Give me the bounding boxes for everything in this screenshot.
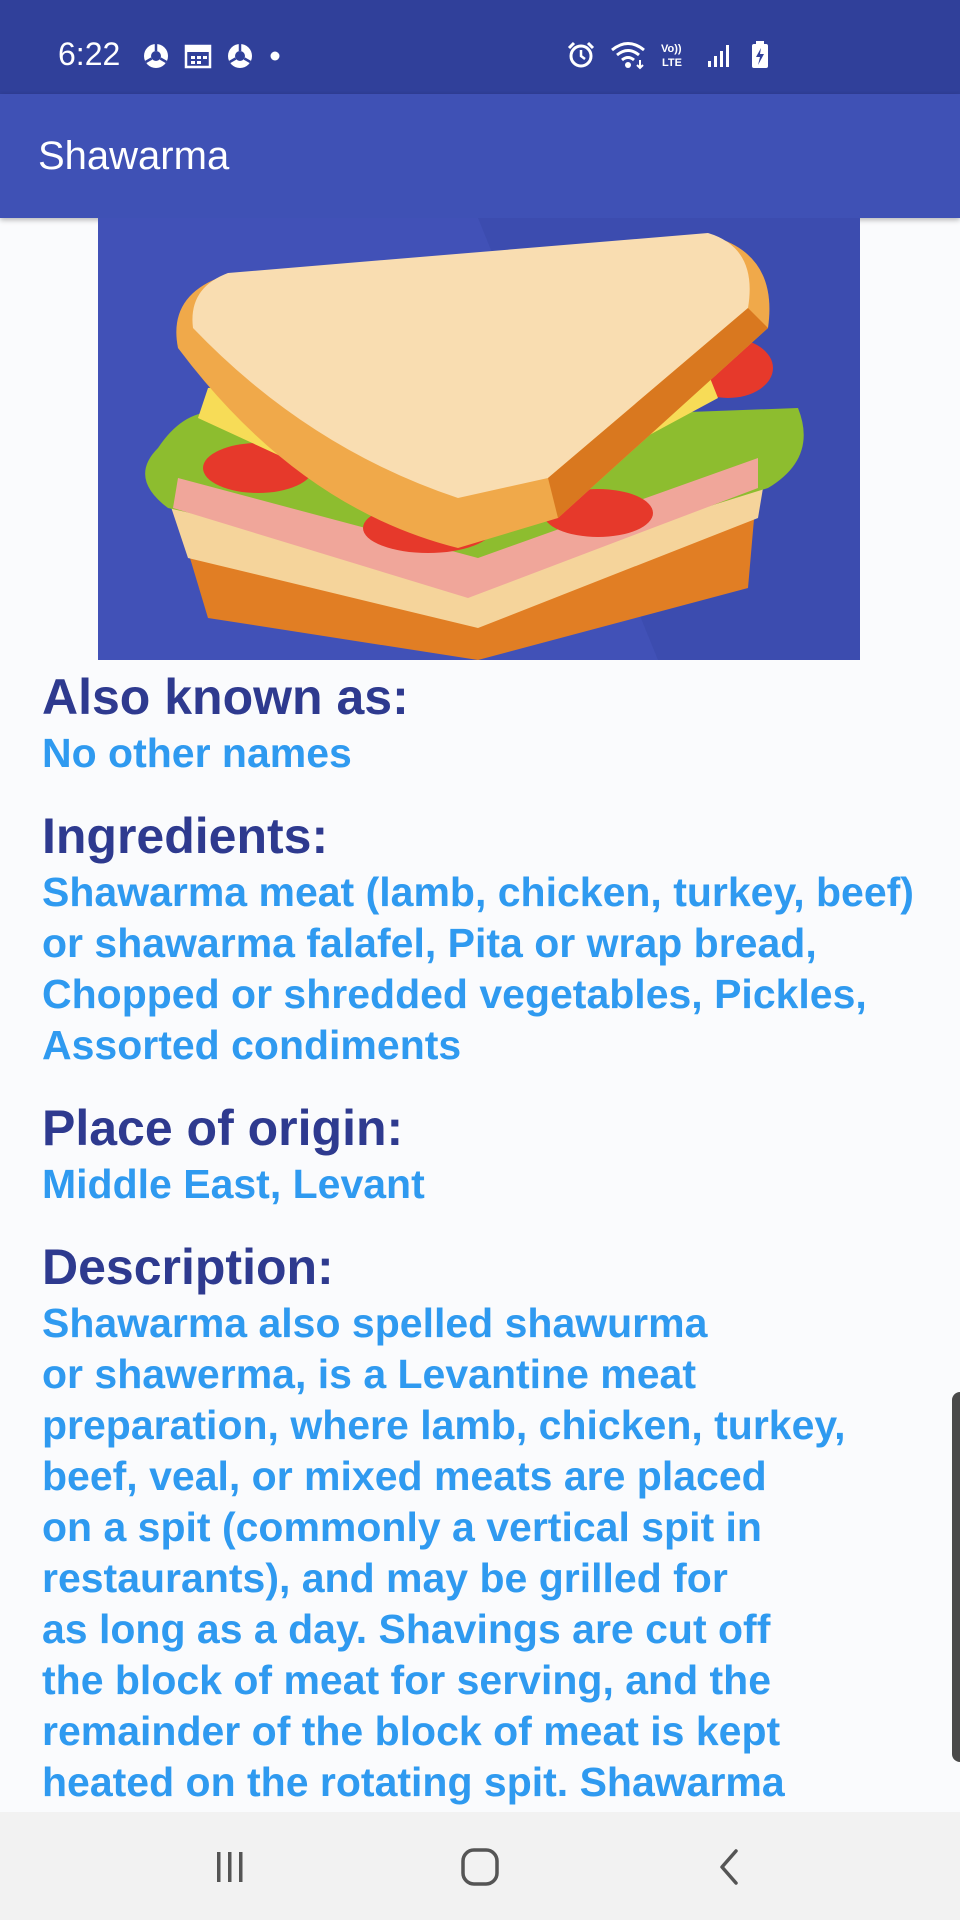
home-icon <box>461 1848 499 1886</box>
status-bar: 6:22 Vo)) LTE <box>0 0 960 94</box>
aka-label: Also known as: <box>42 669 409 725</box>
navigation-bar <box>0 1812 960 1920</box>
wifi-icon <box>611 42 645 70</box>
ingredients-value: Shawarma meat (lamb, chicken, turkey, be… <box>42 869 914 1068</box>
chrome-icon <box>228 44 252 68</box>
description-value: Shawarma also spelled shawurma or shawer… <box>42 1300 846 1805</box>
status-time: 6:22 <box>58 36 121 72</box>
volte-label-top: Vo)) <box>661 43 682 55</box>
food-details: Also known as: No other names Ingredient… <box>42 666 922 1812</box>
description-label: Description: <box>42 1239 334 1295</box>
app-bar: Shawarma <box>0 94 960 218</box>
origin-value: Middle East, Levant <box>42 1161 425 1207</box>
scrollbar[interactable] <box>952 1392 960 1762</box>
home-button[interactable] <box>450 1842 510 1892</box>
status-system-icons: Vo)) LTE <box>566 40 770 70</box>
ingredients-label: Ingredients: <box>42 808 329 864</box>
status-notification-icons <box>142 42 282 70</box>
aka-value: No other names <box>42 730 352 776</box>
alarm-icon <box>567 41 595 68</box>
calendar-icon <box>184 44 212 69</box>
recent-apps-button[interactable] <box>200 1842 260 1892</box>
back-icon <box>720 1849 738 1885</box>
food-detail-content[interactable]: Also known as: No other names Ingredient… <box>0 218 960 1812</box>
volte-icon: Vo)) LTE <box>661 43 682 69</box>
chrome-icon <box>144 44 168 68</box>
volte-label-bottom: LTE <box>662 57 682 69</box>
signal-icon <box>708 45 729 67</box>
sandwich-icon <box>98 218 860 660</box>
back-button[interactable] <box>700 1842 760 1892</box>
origin-label: Place of origin: <box>42 1100 404 1156</box>
hero-image <box>98 218 860 660</box>
battery-charging-icon <box>752 41 768 68</box>
notification-dot-icon <box>270 51 280 61</box>
app-title: Shawarma <box>38 134 230 178</box>
recent-apps-icon <box>217 1852 243 1882</box>
